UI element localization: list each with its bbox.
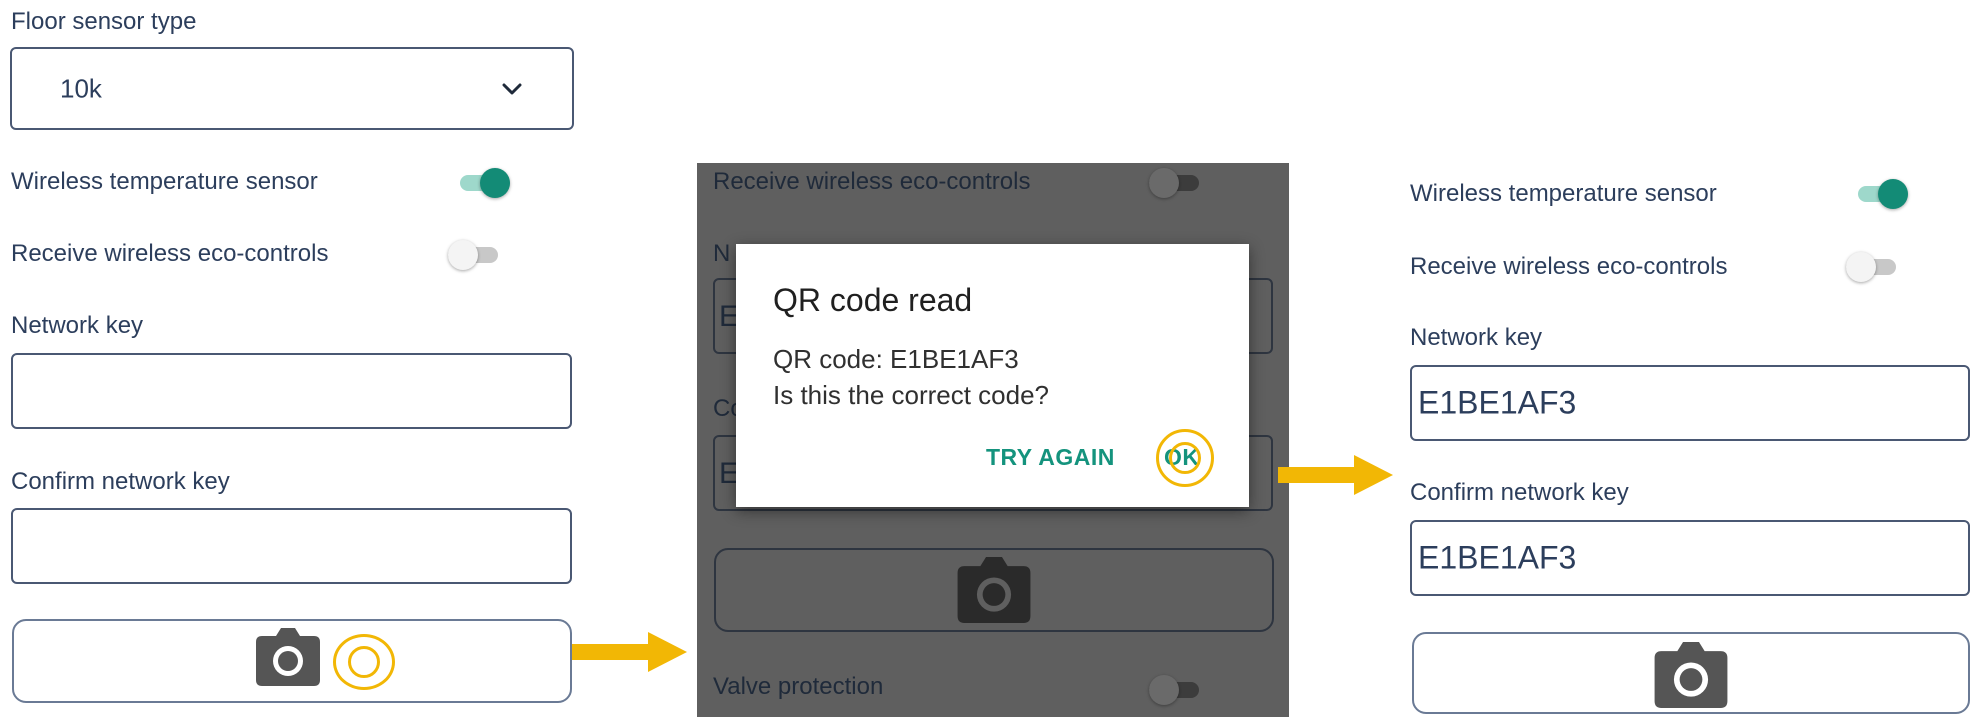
chevron-down-icon <box>502 83 522 94</box>
wireless-temp-toggle[interactable] <box>460 167 510 199</box>
wireless-temp-label: Wireless temperature sensor <box>11 168 318 195</box>
right-wireless-temp-label: Wireless temperature sensor <box>1410 180 1717 207</box>
dialog-question-text: Is this the correct code? <box>773 380 1050 410</box>
tap-highlight-ring-inner <box>348 646 380 678</box>
mid-network-key-label: N <box>713 240 731 267</box>
dialog-qr-code-text: QR code: E1BE1AF3 <box>773 344 1019 374</box>
right-confirm-key-field[interactable]: E1BE1AF3 <box>1410 520 1970 596</box>
eco-controls-label: Receive wireless eco-controls <box>11 240 329 267</box>
right-network-key-value: E1BE1AF3 <box>1418 384 1577 421</box>
right-network-key-label: Network key <box>1410 324 1543 351</box>
eco-controls-toggle[interactable] <box>448 239 498 271</box>
right-eco-controls-label: Receive wireless eco-controls <box>1410 253 1728 280</box>
tap-highlight-ring-inner <box>1169 442 1201 474</box>
floor-sensor-value: 10k <box>60 73 102 103</box>
dialog-title: QR code read <box>773 282 973 318</box>
camera-icon <box>256 628 320 686</box>
right-network-key-field[interactable]: E1BE1AF3 <box>1410 365 1970 441</box>
right-camera-icon <box>1654 642 1728 708</box>
right-confirm-key-label: Confirm network key <box>1410 479 1629 506</box>
valve-protection-toggle[interactable] <box>1149 674 1199 706</box>
mid-eco-controls-toggle[interactable] <box>1149 167 1199 199</box>
confirm-key-field[interactable] <box>11 508 572 584</box>
try-again-button[interactable]: TRY AGAIN <box>986 444 1115 471</box>
mid-eco-controls-label: Receive wireless eco-controls <box>713 168 1031 195</box>
right-confirm-key-value: E1BE1AF3 <box>1418 539 1577 576</box>
confirm-key-label: Confirm network key <box>11 468 230 495</box>
floor-sensor-label: Floor sensor type <box>11 8 197 35</box>
qr-confirm-dialog: QR code read QR code: E1BE1AF3 Is this t… <box>736 244 1249 507</box>
middle-screen: Receive wireless eco-controls N E Co E V… <box>697 163 1289 717</box>
floor-sensor-select[interactable]: 10k <box>10 47 574 130</box>
network-key-label: Network key <box>11 312 144 339</box>
network-key-field[interactable] <box>11 353 572 429</box>
right-wireless-temp-toggle[interactable] <box>1858 178 1908 210</box>
arrow-right-icon <box>1278 455 1393 495</box>
valve-protection-label: Valve protection <box>713 673 884 700</box>
mid-camera-icon <box>957 557 1031 623</box>
right-eco-controls-toggle[interactable] <box>1846 251 1896 283</box>
arrow-right-icon <box>572 632 687 672</box>
